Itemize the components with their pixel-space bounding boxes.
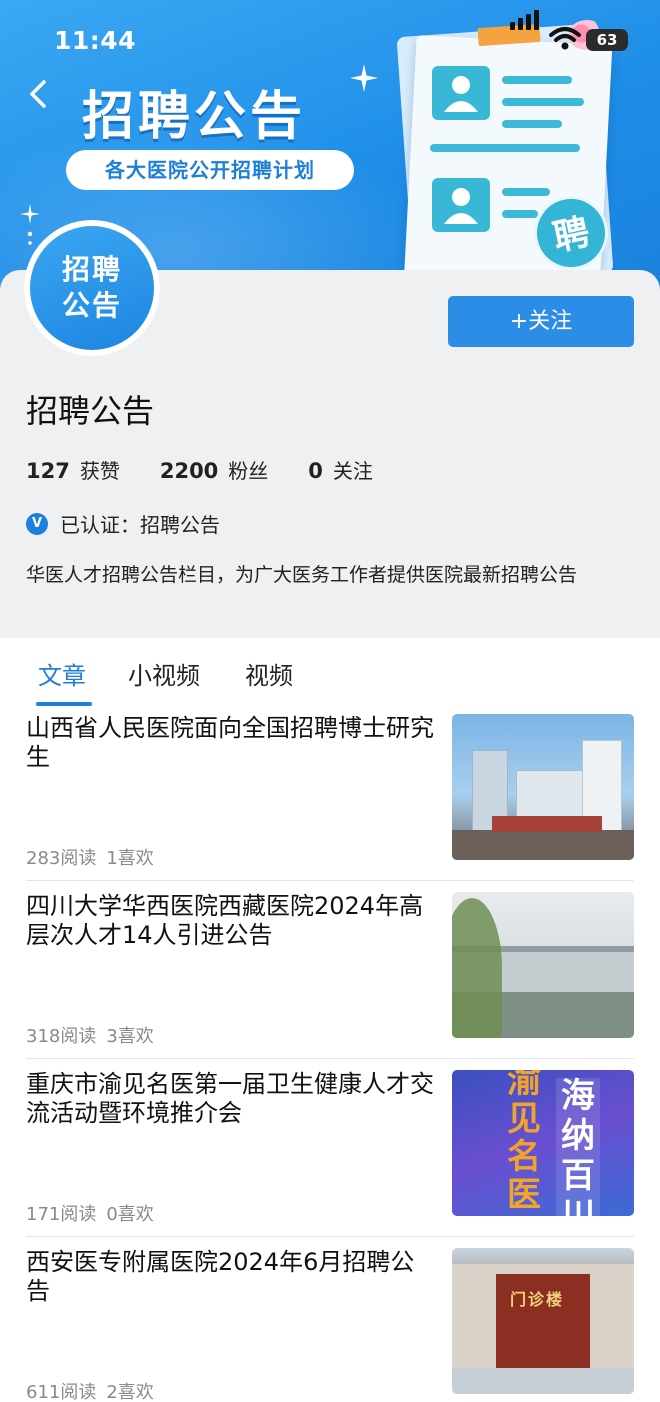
article-meta: 283阅读 1喜欢 <box>26 844 154 870</box>
article-title[interactable]: 重庆市渝见名医第一届卫生健康人才交流活动暨环境推介会 <box>26 1070 436 1128</box>
sparkle-icon <box>20 204 40 245</box>
thumbnail-text: 渝 <box>507 1070 541 1101</box>
article-thumbnail[interactable]: 渝 见 名 医 海 纳 百 川 <box>452 1070 634 1216</box>
likes-label: 获赞 <box>79 459 120 483</box>
like-count: 1喜欢 <box>106 848 154 869</box>
read-count: 171阅读 <box>26 1204 97 1225</box>
thumbnail-text: 海 <box>561 1076 595 1116</box>
article-title[interactable]: 山西省人民医院面向全国招聘博士研究生 <box>26 714 436 772</box>
following-count[interactable]: 0 <box>308 459 323 483</box>
resume-line <box>430 144 580 152</box>
avatar-text-line: 公告 <box>61 289 122 322</box>
followers-label[interactable]: 粉丝 <box>228 459 268 483</box>
thumbnail-text: 名 <box>507 1137 541 1177</box>
resume-line <box>502 98 584 106</box>
tab-short-videos[interactable]: 小视频 <box>128 656 200 691</box>
article-thumbnail[interactable] <box>452 892 634 1038</box>
following-label[interactable]: 关注 <box>333 459 373 483</box>
profile-stats: 127 获赞 2200 粉丝 0 关注 <box>26 455 413 484</box>
sparkle-icon <box>350 64 378 92</box>
article-title[interactable]: 西安医专附属医院2024年6月招聘公告 <box>26 1248 436 1306</box>
tab-videos[interactable]: 视频 <box>245 656 293 691</box>
follow-button[interactable]: +关注 <box>448 296 634 347</box>
profile-name: 招聘公告 <box>26 392 155 430</box>
article-item[interactable]: 山西省人民医院面向全国招聘博士研究生 283阅读 1喜欢 <box>0 714 660 892</box>
profile-bio: 华医人才招聘公告栏目，为广大医务工作者提供医院最新招聘公告 <box>26 564 578 586</box>
article-item[interactable]: 重庆市渝见名医第一届卫生健康人才交流活动暨环境推介会 171阅读 0喜欢 渝 见 … <box>0 1070 660 1248</box>
thumbnail-text: 见 <box>507 1099 541 1139</box>
divider <box>26 1058 634 1059</box>
resume-line <box>502 210 538 218</box>
divider <box>26 1236 634 1237</box>
like-count: 2喜欢 <box>106 1382 154 1402</box>
content-tabs: 文章 小视频 视频 <box>0 638 660 708</box>
article-meta: 171阅读 0喜欢 <box>26 1200 154 1226</box>
article-item[interactable]: 西安医专附属医院2024年6月招聘公告 611阅读 2喜欢 门诊楼 <box>0 1248 660 1402</box>
article-item[interactable]: 四川大学华西医院西藏医院2024年高层次人才14人引进公告 318阅读 3喜欢 <box>0 892 660 1070</box>
like-count: 3喜欢 <box>106 1026 154 1047</box>
article-meta: 318阅读 3喜欢 <box>26 1022 154 1048</box>
read-count: 318阅读 <box>26 1026 97 1047</box>
article-thumbnail[interactable] <box>452 714 634 860</box>
divider <box>26 880 634 881</box>
avatar-text-line: 招聘 <box>61 253 122 286</box>
resume-line <box>502 188 550 196</box>
followers-count[interactable]: 2200 <box>160 459 218 483</box>
resume-photo-icon <box>432 178 490 232</box>
resume-photo-icon <box>432 66 490 120</box>
avatar[interactable]: 招聘 公告 <box>30 226 154 350</box>
tab-articles[interactable]: 文章 <box>38 656 86 691</box>
thumbnail-text: 医 <box>507 1175 541 1215</box>
resume-line <box>502 120 562 128</box>
resume-line <box>502 76 572 84</box>
active-tab-indicator <box>36 702 92 706</box>
wifi-icon <box>549 27 581 50</box>
thumbnail-text: 百 <box>561 1156 595 1196</box>
verified-badge-icon: V <box>26 513 48 535</box>
back-button[interactable] <box>22 74 58 114</box>
thumbnail-text: 门诊楼 <box>510 1290 565 1309</box>
article-title[interactable]: 四川大学华西医院西藏医院2024年高层次人才14人引进公告 <box>26 892 436 950</box>
like-count: 0喜欢 <box>106 1204 154 1225</box>
read-count: 611阅读 <box>26 1382 97 1402</box>
banner-title: 招聘公告 <box>82 87 307 147</box>
read-count: 283阅读 <box>26 848 97 869</box>
likes-count: 127 <box>26 459 70 483</box>
status-time: 11:44 <box>54 26 137 55</box>
thumbnail-text: 纳 <box>561 1116 595 1156</box>
thumbnail-text: 川 <box>561 1196 595 1216</box>
article-meta: 611阅读 2喜欢 <box>26 1378 154 1402</box>
verified-text: 已认证：招聘公告 <box>60 513 220 537</box>
banner-subtitle: 各大医院公开招聘计划 <box>66 150 354 190</box>
article-thumbnail[interactable]: 门诊楼 <box>452 1248 634 1394</box>
battery-indicator: 63 <box>586 29 628 51</box>
